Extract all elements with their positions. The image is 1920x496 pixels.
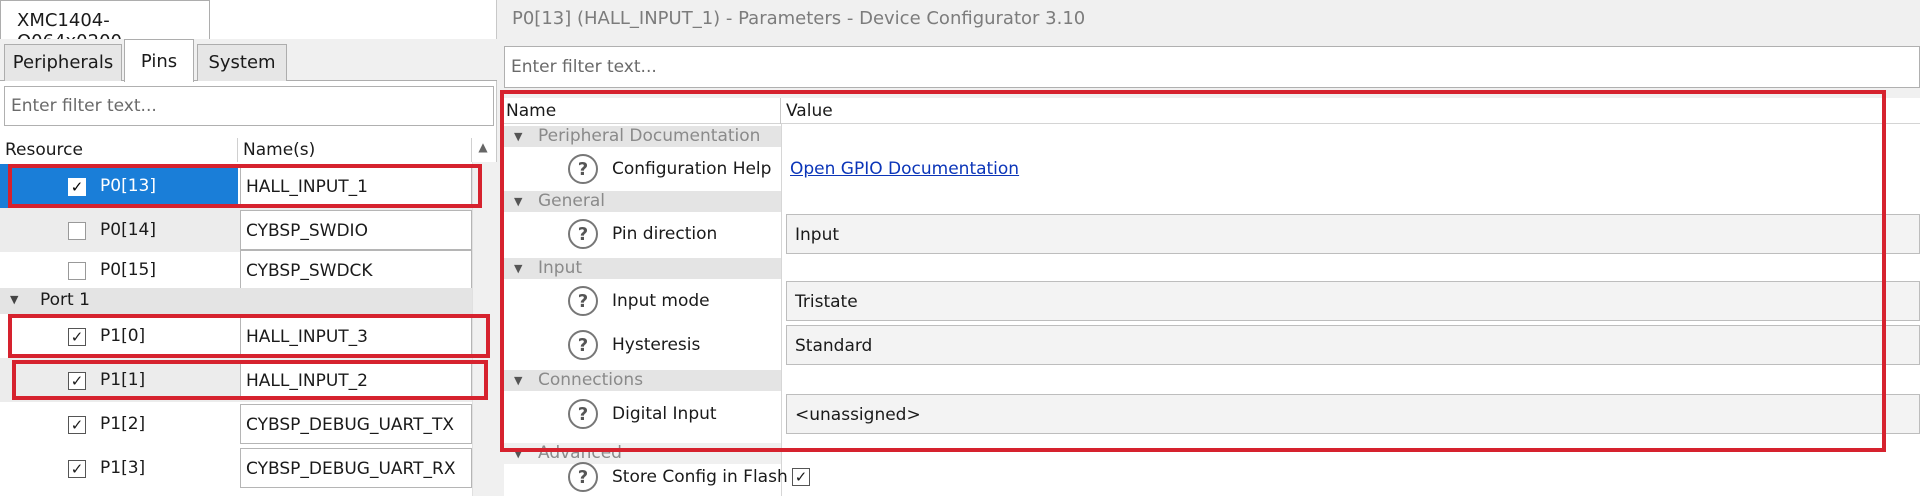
category-label: Input — [538, 258, 583, 278]
pin-name-field[interactable]: HALL_INPUT_1 — [240, 166, 472, 206]
column-names[interactable]: Name(s) — [238, 138, 472, 162]
input-mode-select[interactable]: Tristate — [786, 281, 1920, 321]
collapse-triangle-icon[interactable]: ▼ — [514, 374, 522, 387]
resource-table-header: Resource Name(s) — [0, 138, 497, 162]
collapse-triangle-icon[interactable]: ▼ — [514, 262, 522, 275]
resource-cell: P0[14] — [0, 208, 238, 252]
pin-checkbox[interactable]: ✓ — [68, 178, 86, 196]
pins-filter-input[interactable]: Enter filter text... — [4, 86, 494, 126]
resource-scrollbar[interactable] — [472, 162, 497, 496]
store-config-checkbox[interactable]: ✓ — [792, 468, 810, 486]
column-value[interactable]: Value — [786, 98, 833, 124]
pin-checkbox[interactable]: ✓ — [68, 372, 86, 390]
resource-cell: ✓ P1[2] — [0, 402, 238, 446]
param-name: Digital Input — [612, 404, 717, 424]
table-row[interactable]: ✓ P0[13] HALL_INPUT_1 — [0, 164, 472, 208]
param-name: Configuration Help — [612, 159, 772, 179]
hysteresis-select[interactable]: Standard — [786, 325, 1920, 365]
param-row-pin-direction: ? Pin direction Input — [504, 212, 1920, 256]
collapse-triangle-icon[interactable]: ▼ — [10, 293, 18, 306]
tab-system[interactable]: System — [197, 44, 287, 81]
pins-panel: XMC1404-Q064x0200 Peripherals Pins Syste… — [0, 0, 497, 496]
resource-cell: ✓ P1[0] — [0, 314, 238, 358]
device-tab[interactable]: XMC1404-Q064x0200 — [0, 0, 210, 52]
resource-label: P1[0] — [100, 326, 146, 346]
parameters-title: P0[13] (HALL_INPUT_1) - Parameters - Dev… — [512, 8, 1086, 29]
pin-name-field[interactable]: CYBSP_DEBUG_UART_RX — [240, 448, 472, 488]
category-label: General — [538, 191, 605, 211]
category-input[interactable]: ▼ Input — [504, 258, 781, 279]
param-row-store-config: ? Store Config in Flash ✓ — [504, 458, 1920, 496]
category-general[interactable]: ▼ General — [504, 191, 781, 212]
parameters-filter-input[interactable]: Enter filter text... — [504, 46, 1920, 88]
port-group-header[interactable]: ▼ Port 1 — [0, 288, 472, 314]
parameters-panel: P0[13] (HALL_INPUT_1) - Parameters - Dev… — [500, 0, 1920, 496]
category-peripheral-documentation[interactable]: ▼ Peripheral Documentation — [504, 126, 781, 147]
pin-name-field[interactable]: HALL_INPUT_3 — [240, 316, 472, 356]
pin-name-field[interactable]: CYBSP_DEBUG_UART_TX — [240, 404, 472, 444]
param-name: Input mode — [612, 291, 710, 311]
param-row-input-mode: ? Input mode Tristate — [504, 279, 1920, 323]
resource-label: P1[1] — [100, 370, 146, 390]
table-row[interactable]: ✓ P1[1] HALL_INPUT_2 — [0, 358, 472, 402]
port-group-label: Port 1 — [40, 290, 90, 310]
resource-label: P0[14] — [100, 220, 156, 240]
resource-label: P1[3] — [100, 458, 146, 478]
pin-checkbox[interactable]: ✓ — [68, 328, 86, 346]
resource-cell: ✓ P0[13] — [0, 164, 238, 208]
param-row-configuration-help: ? Configuration Help Open GPIO Documenta… — [504, 147, 1920, 191]
help-icon[interactable]: ? — [568, 399, 598, 429]
table-row[interactable]: ✓ P1[2] CYBSP_DEBUG_UART_TX — [0, 402, 472, 446]
pin-direction-select[interactable]: Input — [786, 214, 1920, 254]
table-row[interactable]: P0[15] CYBSP_SWDCK — [0, 248, 472, 292]
param-row-hysteresis: ? Hysteresis Standard — [504, 323, 1920, 367]
column-resource[interactable]: Resource — [0, 138, 238, 162]
resource-label: P0[13] — [100, 176, 156, 196]
parameters-grid-header: Name Value — [504, 98, 1920, 124]
param-name: Hysteresis — [612, 335, 701, 355]
help-icon[interactable]: ? — [568, 154, 598, 184]
pin-checkbox[interactable] — [68, 262, 86, 280]
pin-name-field[interactable]: CYBSP_SWDCK — [240, 250, 472, 290]
pin-name-field[interactable]: HALL_INPUT_2 — [240, 360, 472, 400]
help-icon[interactable]: ? — [568, 330, 598, 360]
param-name: Store Config in Flash — [612, 467, 788, 487]
tab-pins[interactable]: Pins — [124, 39, 194, 82]
pin-name-field[interactable]: CYBSP_SWDIO — [240, 210, 472, 250]
left-tabbar: Peripherals Pins System — [0, 39, 497, 82]
param-name: Pin direction — [612, 224, 718, 244]
column-name[interactable]: Name — [504, 98, 781, 124]
parameters-grid: Name Value ▼ Peripheral Documentation ? … — [504, 98, 1920, 496]
pin-checkbox[interactable] — [68, 222, 86, 240]
collapse-triangle-icon[interactable]: ▼ — [514, 130, 522, 143]
help-icon[interactable]: ? — [568, 219, 598, 249]
scroll-up-icon[interactable]: ▲ — [475, 140, 491, 160]
table-row[interactable]: ✓ P1[3] CYBSP_DEBUG_UART_RX — [0, 446, 472, 490]
table-row[interactable]: ✓ P1[0] HALL_INPUT_3 — [0, 314, 472, 358]
table-row[interactable]: P0[14] CYBSP_SWDIO — [0, 208, 472, 252]
collapse-triangle-icon[interactable]: ▼ — [514, 195, 522, 208]
help-icon[interactable]: ? — [568, 286, 598, 316]
tab-peripherals[interactable]: Peripherals — [4, 44, 122, 81]
resource-label: P1[2] — [100, 414, 146, 434]
resource-cell: P0[15] — [0, 248, 238, 292]
category-label: Connections — [538, 370, 644, 390]
digital-input-select[interactable]: <unassigned> — [786, 394, 1920, 434]
category-label: Peripheral Documentation — [538, 126, 761, 146]
pin-checkbox[interactable]: ✓ — [68, 460, 86, 478]
resource-cell: ✓ P1[3] — [0, 446, 238, 490]
help-icon[interactable]: ? — [568, 462, 598, 492]
gpio-documentation-link[interactable]: Open GPIO Documentation — [790, 159, 1019, 179]
pin-checkbox[interactable]: ✓ — [68, 416, 86, 434]
resource-label: P0[15] — [100, 260, 156, 280]
resource-cell: ✓ P1[1] — [0, 358, 238, 402]
category-connections[interactable]: ▼ Connections — [504, 370, 781, 391]
param-row-digital-input: ? Digital Input <unassigned> — [504, 392, 1920, 436]
